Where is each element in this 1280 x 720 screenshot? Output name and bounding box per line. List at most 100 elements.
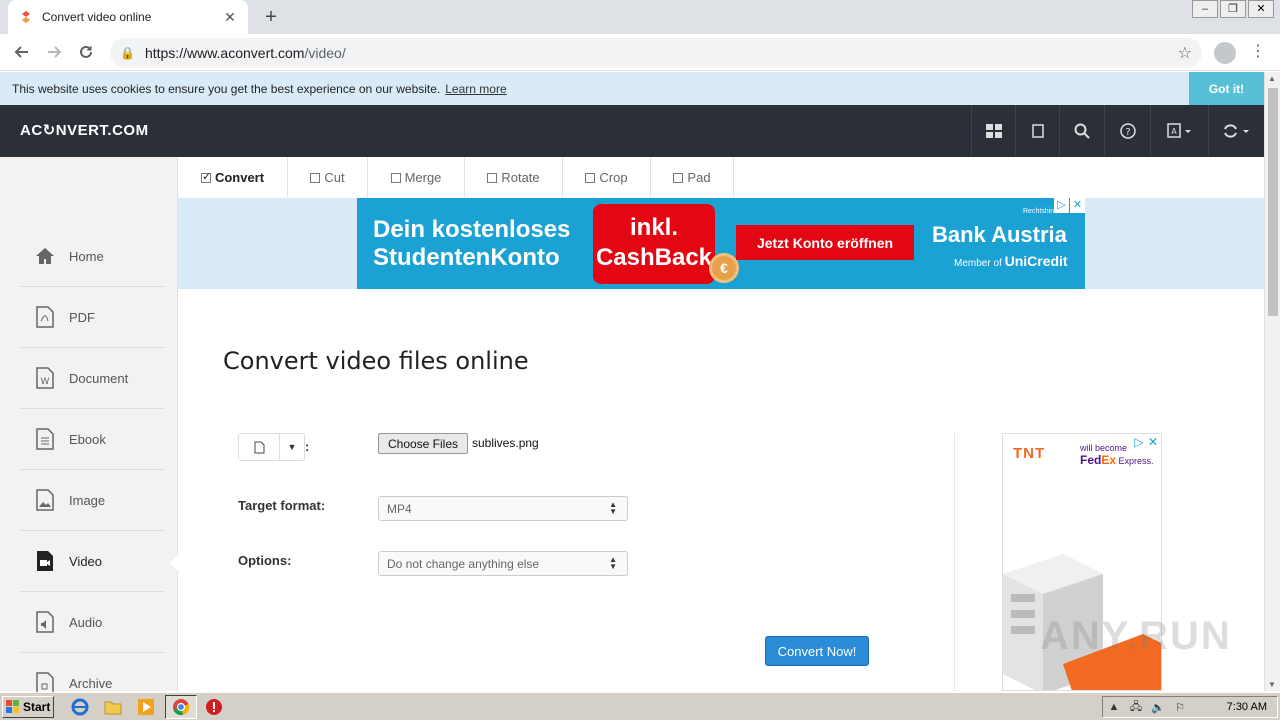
adchoices-icon: ▷ xyxy=(1054,198,1069,213)
ie-icon[interactable] xyxy=(70,697,90,717)
sidebar-item-audio[interactable]: Audio xyxy=(20,592,165,653)
page-title: Convert video files online xyxy=(223,347,529,375)
clock: 7:30 AM xyxy=(1226,701,1267,713)
cookie-banner: This website uses cookies to ensure you … xyxy=(0,72,1264,105)
select-arrows-icon: ▲ ▼ xyxy=(609,500,617,516)
browser-toolbar: 🔒 https://www.aconvert.com/video/ ☆ ⋮ xyxy=(0,34,1280,71)
ad-choices[interactable]: ▷ ✕ xyxy=(1132,435,1160,449)
browser-tabbar: Convert video online ✕ + – ❐ ✕ xyxy=(0,0,1280,34)
document-icon: W xyxy=(34,367,56,389)
windows-taskbar: Start ▲ 🖧 🔈 ⚐ 7:30 AM xyxy=(0,692,1280,720)
url-text: https://www.aconvert.com/video/ xyxy=(144,44,346,61)
restore-button[interactable]: ❐ xyxy=(1220,0,1246,18)
help-icon[interactable]: ? xyxy=(1104,105,1150,157)
ad-strip: Dein kostenloses StudentenKonto inkl. Cash… xyxy=(178,198,1264,289)
back-icon[interactable] xyxy=(6,36,38,68)
address-bar[interactable]: 🔒 https://www.aconvert.com/video/ ☆ xyxy=(110,38,1202,67)
ad-bank-name: Bank Austria xyxy=(932,222,1067,247)
ad-cashback-box: inkl. CashBack xyxy=(593,204,715,284)
language-icon[interactable]: A xyxy=(1150,105,1208,157)
scroll-up-icon[interactable]: ▲ xyxy=(1268,74,1276,83)
system-tray: ▲ 🖧 🔈 ⚐ 7:30 AM xyxy=(1102,696,1278,718)
archive-icon xyxy=(34,672,56,694)
tab-close-icon[interactable]: ✕ xyxy=(222,9,238,26)
got-it-button[interactable]: Got it! xyxy=(1189,72,1264,105)
file-source-dropdown[interactable]: ▼ xyxy=(238,433,305,461)
banner-ad[interactable]: Dein kostenloses StudentenKonto inkl. Cash… xyxy=(357,198,1085,289)
sidebar-item-video[interactable]: Video xyxy=(20,531,178,592)
selected-file-name: sublives.png xyxy=(472,436,539,450)
tab-rotate[interactable]: Rotate xyxy=(465,157,563,198)
checkbox-icon xyxy=(487,172,498,183)
tab-merge[interactable]: Merge xyxy=(368,157,465,198)
sidebar-item-image[interactable]: Image xyxy=(20,470,165,531)
stop-icon[interactable] xyxy=(204,697,224,717)
target-format-select[interactable]: MP4 ▲ ▼ xyxy=(378,496,628,521)
volume-icon[interactable]: 🔈 xyxy=(1147,701,1169,714)
checkbox-icon xyxy=(390,172,401,183)
svg-text:A: A xyxy=(1171,127,1177,136)
choose-files-button[interactable]: Choose Files xyxy=(378,433,468,454)
file-icon xyxy=(239,434,280,460)
minimize-button[interactable]: – xyxy=(1192,0,1218,18)
search-icon[interactable] xyxy=(1059,105,1104,157)
checkbox-icon xyxy=(673,172,684,183)
profile-avatar[interactable] xyxy=(1214,42,1236,64)
scroll-down-icon[interactable]: ▼ xyxy=(1268,680,1276,689)
favicon-icon xyxy=(18,9,34,25)
ad-member-text: Member of UniCredit xyxy=(954,253,1068,269)
network-icon[interactable]: 🖧 xyxy=(1125,698,1147,717)
video-icon xyxy=(34,550,56,572)
checkbox-icon xyxy=(310,172,321,183)
sidebar-item-home[interactable]: Home xyxy=(20,226,165,287)
sidebar-item-ebook[interactable]: Ebook xyxy=(20,409,165,470)
tab-title: Convert video online xyxy=(42,10,152,24)
browser-menu-icon[interactable]: ⋮ xyxy=(1250,41,1266,61)
ad-headline: Dein kostenloses StudentenKonto xyxy=(373,216,571,271)
cookie-message: This website uses cookies to ensure you … xyxy=(12,81,441,96)
sidebar-item-document[interactable]: W Document xyxy=(20,348,165,409)
tab-convert[interactable]: Convert xyxy=(178,157,288,198)
window-controls: – ❐ ✕ xyxy=(1190,0,1274,18)
reload-icon[interactable] xyxy=(70,36,102,68)
refresh-icon[interactable] xyxy=(1208,105,1264,157)
ad-cta-button[interactable]: Jetzt Konto eröffnen xyxy=(736,225,914,260)
svg-text:?: ? xyxy=(1125,127,1130,138)
media-player-icon[interactable] xyxy=(136,697,156,717)
site-logo[interactable]: AC↻NVERT.COM xyxy=(20,121,149,139)
image-icon xyxy=(34,489,56,511)
window-close-button[interactable]: ✕ xyxy=(1248,0,1274,18)
ad-choices[interactable]: ▷ ✕ xyxy=(1053,198,1085,213)
sidebar-item-pdf[interactable]: PDF xyxy=(20,287,165,348)
browser-tab[interactable]: Convert video online ✕ xyxy=(8,0,248,34)
start-button[interactable]: Start xyxy=(2,696,54,718)
chrome-icon xyxy=(171,697,191,717)
grid-icon[interactable] xyxy=(971,105,1015,157)
windows-flag-icon xyxy=(6,700,19,713)
ad-close-icon: ✕ xyxy=(1070,198,1085,213)
tnt-logo: TNT xyxy=(1013,445,1046,462)
ad-close-icon: ✕ xyxy=(1147,435,1159,449)
scrollbar-thumb[interactable] xyxy=(1268,88,1278,316)
tablet-icon[interactable] xyxy=(1015,105,1059,157)
new-tab-button[interactable]: + xyxy=(258,4,284,30)
tab-crop[interactable]: Crop xyxy=(563,157,651,198)
tab-pad[interactable]: Pad xyxy=(651,157,734,198)
convert-now-button[interactable]: Convert Now! xyxy=(765,636,869,666)
bookmark-star-icon[interactable]: ☆ xyxy=(1178,43,1192,63)
sidebar: Home PDF W Document Ebook Image Video Au… xyxy=(0,157,178,714)
action-center-flag-icon[interactable]: ⚐ xyxy=(1169,701,1191,714)
lock-icon: 🔒 xyxy=(120,45,135,60)
forward-icon[interactable] xyxy=(38,36,70,68)
target-format-label: Target format: xyxy=(238,498,326,513)
learn-more-link[interactable]: Learn more xyxy=(445,82,506,96)
audio-icon xyxy=(34,611,56,633)
tab-cut[interactable]: Cut xyxy=(288,157,368,198)
folder-icon[interactable] xyxy=(103,697,123,717)
options-select[interactable]: Do not change anything else ▲ ▼ xyxy=(378,551,628,576)
ad-legal-text: Rechtshin xyxy=(1023,208,1055,215)
checkbox-icon xyxy=(585,172,596,183)
page-scrollbar[interactable]: ▲ ▼ xyxy=(1264,72,1280,691)
tray-expand-icon[interactable]: ▲ xyxy=(1103,701,1125,713)
home-icon xyxy=(34,245,56,267)
